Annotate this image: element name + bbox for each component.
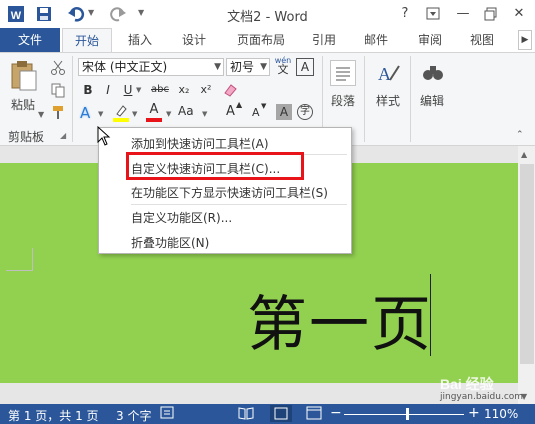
tab-insert[interactable]: 插入 [120, 28, 160, 52]
enclose-characters-button[interactable]: 字 [297, 104, 313, 120]
subscript-button[interactable]: x₂ [176, 82, 192, 98]
help-button[interactable]: ? [392, 4, 418, 24]
proofing-icon[interactable] [160, 406, 176, 420]
bold-button[interactable]: B [80, 82, 96, 98]
web-layout-icon[interactable] [306, 406, 322, 420]
underline-dropdown-icon[interactable]: ▼ [136, 86, 141, 94]
menu-item-add-to-qat[interactable]: 添加到快速访问工具栏(A) [131, 135, 269, 152]
zoom-out-icon[interactable]: − [330, 405, 342, 421]
zoom-in-icon[interactable]: + [468, 405, 480, 421]
ribbon-display-options-icon[interactable] [420, 4, 446, 24]
menu-separator [131, 204, 347, 205]
clear-formatting-icon[interactable] [222, 82, 238, 98]
document-text[interactable]: 第一页 [247, 276, 433, 363]
tab-scroll-right-icon[interactable]: ▶ [518, 30, 532, 50]
menu-item-show-qat-below[interactable]: 在功能区下方显示快速访问工具栏(S) [131, 184, 328, 201]
highlight-dropdown-icon[interactable]: ▼ [132, 110, 137, 118]
font-size-combo[interactable]: 初号 ▼ [226, 58, 270, 76]
clipboard-group-label: 剪贴板 [8, 130, 45, 144]
paste-icon[interactable] [8, 60, 38, 92]
text-cursor [430, 274, 431, 356]
shrink-font-arrow-icon: ▼ [261, 102, 267, 110]
watermark-logo: Bai 经验 [440, 376, 494, 392]
tab-mailings[interactable]: 邮件 [356, 28, 396, 52]
phonetic-guide-char: 文 [277, 63, 289, 76]
highlight-color-icon[interactable] [112, 104, 130, 122]
svg-text:A: A [378, 64, 391, 84]
styles-group-label[interactable]: 样式 [376, 92, 400, 109]
minimize-button[interactable]: — [450, 4, 476, 24]
font-color-dropdown-icon[interactable]: ▼ [166, 110, 171, 118]
underline-button[interactable]: U [120, 82, 136, 98]
group-divider [72, 56, 73, 142]
word-count[interactable]: 3 个字 [116, 407, 151, 424]
font-name-dropdown-icon[interactable]: ▼ [214, 59, 221, 75]
tab-design[interactable]: 设计 [172, 28, 216, 52]
tab-view[interactable]: 视图 [462, 28, 502, 52]
grow-font-button[interactable]: A [226, 104, 235, 119]
superscript-button[interactable]: x² [198, 82, 214, 98]
ribbon-context-menu: 添加到快速访问工具栏(A) 自定义快速访问工具栏(C)... 在功能区下方显示快… [98, 127, 352, 254]
editing-group-label[interactable]: 编辑 [420, 92, 444, 109]
menu-item-customize-ribbon[interactable]: 自定义功能区(R)... [131, 209, 232, 226]
font-name-combo[interactable]: 宋体 (中文正文) ▼ [78, 58, 224, 76]
group-divider [364, 56, 365, 142]
menu-item-collapse-ribbon[interactable]: 折叠功能区(N) [131, 234, 209, 251]
text-effects-dropdown-icon[interactable]: ▼ [98, 110, 103, 118]
mouse-pointer-icon [97, 126, 111, 146]
margin-corner-marker [6, 248, 33, 271]
font-size-value: 初号 [230, 60, 255, 74]
character-shading-button[interactable]: A [276, 104, 292, 120]
italic-button[interactable]: I [100, 82, 116, 98]
status-bar: 第 1 页，共 1 页 3 个字 − + 110% [0, 404, 535, 424]
clipboard-launcher-icon[interactable]: ◢ [60, 131, 66, 140]
page-count[interactable]: 第 1 页，共 1 页 [8, 407, 99, 424]
scroll-up-icon[interactable]: ▲ [521, 150, 527, 159]
scroll-thumb[interactable] [520, 164, 534, 364]
read-mode-icon[interactable] [238, 406, 254, 420]
zoom-slider-thumb[interactable] [406, 408, 409, 420]
character-border-icon[interactable]: A [296, 58, 314, 76]
paragraph-icon[interactable] [330, 60, 356, 86]
tab-review[interactable]: 审阅 [408, 28, 452, 52]
phonetic-guide-button[interactable]: wén 文 [274, 56, 292, 78]
change-case-dropdown-icon[interactable]: ▼ [202, 110, 207, 118]
cut-icon[interactable] [50, 60, 66, 76]
strikethrough-button[interactable]: abc [148, 82, 172, 98]
watermark-url: jingyan.baidu.com [440, 392, 524, 402]
shrink-font-button[interactable]: A [252, 106, 260, 119]
collapse-ribbon-icon[interactable]: ⌃ [516, 130, 524, 140]
styles-icon[interactable]: A [374, 60, 402, 86]
font-size-dropdown-icon[interactable]: ▼ [260, 59, 267, 75]
paragraph-group-label[interactable]: 段落 [331, 92, 355, 109]
tab-file[interactable]: 文件 [0, 28, 60, 52]
text-effects-button[interactable]: A [80, 104, 96, 122]
grow-font-arrow-icon: ▲ [236, 100, 243, 109]
tab-references[interactable]: 引用 [304, 28, 344, 52]
tab-home[interactable]: 开始 [62, 28, 112, 53]
change-case-button[interactable]: Aa [178, 104, 200, 120]
zoom-slider-track[interactable] [344, 414, 464, 415]
font-color-button[interactable]: A [146, 102, 162, 122]
format-painter-icon[interactable] [50, 104, 66, 120]
font-name-value: 宋体 (中文正文) [82, 60, 168, 74]
binoculars-icon[interactable] [420, 60, 446, 86]
paste-label[interactable]: 粘贴 [11, 96, 35, 113]
group-divider [410, 56, 411, 142]
print-layout-icon[interactable] [270, 405, 292, 422]
restore-icon[interactable] [478, 4, 504, 24]
close-button[interactable]: ✕ [506, 4, 532, 24]
tab-page-layout[interactable]: 页面布局 [226, 28, 296, 52]
copy-icon[interactable] [50, 82, 66, 98]
paste-dropdown-icon[interactable]: ▼ [38, 110, 44, 119]
red-highlight-box [126, 152, 304, 180]
zoom-level[interactable]: 110% [484, 407, 518, 421]
